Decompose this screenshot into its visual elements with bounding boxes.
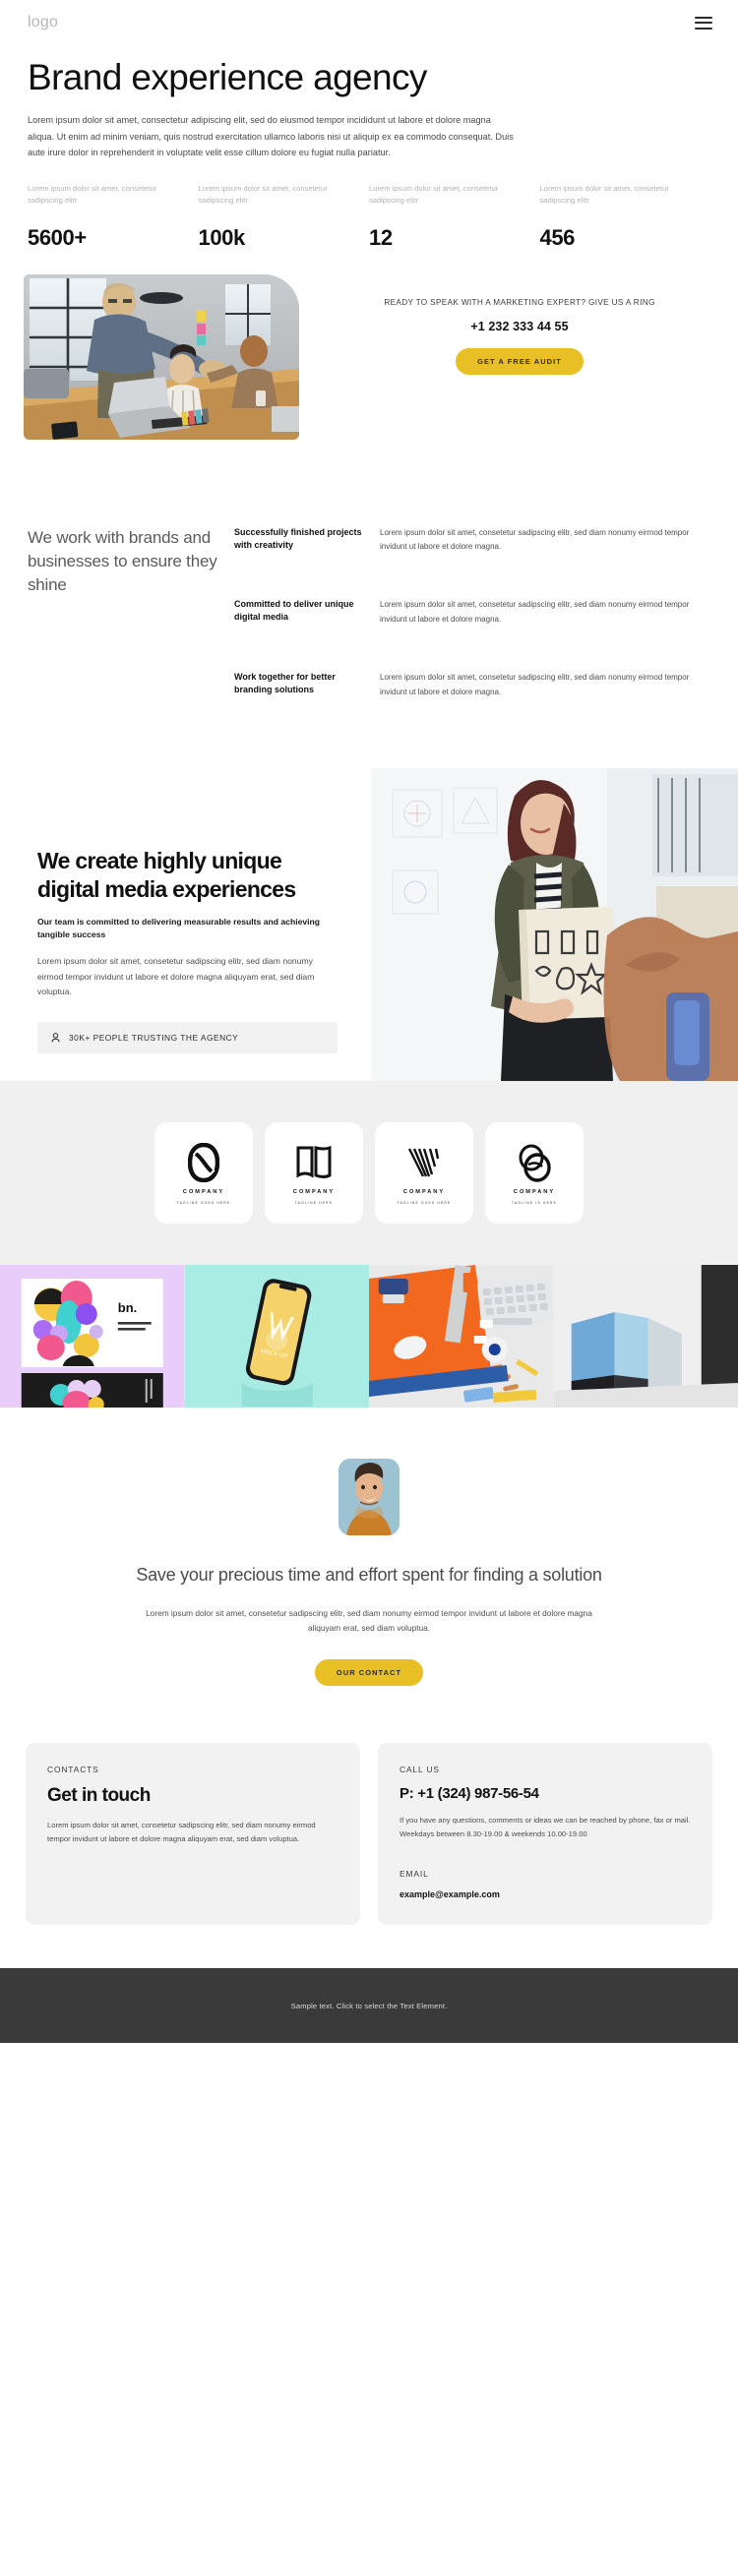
stat-value: 100k bbox=[198, 224, 246, 250]
work-with-text: Lorem ipsum dolor sit amet, consetetur s… bbox=[380, 527, 690, 552]
stat-label: Lorem ipsum dolor sit amet, consetetur s… bbox=[369, 183, 499, 206]
hero-media-row: READY TO SPEAK WITH A MARKETING EXPERT? … bbox=[0, 273, 738, 440]
contacts-paragraph: Lorem ipsum dolor sit amet, consetetur s… bbox=[47, 1821, 316, 1844]
gallery-item-blue-paper-cards-mockup[interactable] bbox=[553, 1265, 738, 1408]
hero-cta-title: READY TO SPEAK WITH A MARKETING EXPERT? … bbox=[384, 297, 655, 307]
work-with-heading: Committed to deliver unique digital medi… bbox=[234, 599, 354, 623]
work-with-heading: Successfully finished projects with crea… bbox=[234, 526, 362, 550]
create-section: We create highly unique digital media ex… bbox=[0, 768, 738, 1082]
logo-card[interactable]: COMPANY TAGLINE GOES HERE bbox=[375, 1122, 473, 1225]
work-with-row: Committed to deliver unique digital medi… bbox=[234, 598, 710, 628]
svg-text:bn.: bn. bbox=[118, 1300, 138, 1315]
work-with-text: Lorem ipsum dolor sit amet, consetetur s… bbox=[380, 672, 690, 696]
logo-card-name: COMPANY bbox=[292, 1188, 336, 1195]
client-logos-section: COMPANY TAGLINE GOES HERE COMPANY TAGLIN… bbox=[0, 1081, 738, 1266]
striped-v-mark-icon bbox=[406, 1142, 442, 1183]
logo-card-name: COMPANY bbox=[182, 1188, 225, 1195]
page-title: Brand experience agency bbox=[28, 57, 427, 97]
contact-section: CONTACTS Get in touch Lorem ipsum dolor … bbox=[0, 1743, 738, 1968]
gallery-item-orange-desk-stationery-flatlay[interactable] bbox=[369, 1265, 554, 1408]
work-with-section: We work with brands and businesses to en… bbox=[0, 440, 738, 700]
call-us-paragraph: If you have any questions, comments or i… bbox=[400, 1816, 691, 1839]
designer-illustration bbox=[371, 768, 738, 1082]
blurred-hand-foreground bbox=[603, 917, 738, 1082]
logo-card[interactable]: COMPANY TAGLINE GOES HERE bbox=[154, 1122, 253, 1225]
work-with-row: Successfully finished projects with crea… bbox=[234, 526, 710, 556]
create-text-column: We create highly unique digital media ex… bbox=[0, 768, 371, 1081]
logo-card-tagline: TAGLINE HERE bbox=[294, 1200, 334, 1205]
gallery-item-phone-mockup-on-pedestal[interactable]: MOCK UP bbox=[184, 1265, 369, 1408]
stat-label: Lorem ipsum dolor sit amet, consetetur s… bbox=[198, 183, 328, 206]
burger-line bbox=[695, 27, 712, 30]
office-handshake-illustration bbox=[24, 273, 299, 440]
stat-label: Lorem ipsum dolor sit amet, consetetur s… bbox=[539, 183, 669, 206]
create-lead: Our team is committed to delivering meas… bbox=[37, 917, 321, 940]
user-icon bbox=[51, 1032, 60, 1042]
testimonial-paragraph: Lorem ipsum dolor sit amet, consetetur s… bbox=[146, 1607, 592, 1633]
burger-line bbox=[695, 16, 712, 19]
get-free-audit-button[interactable]: GET A FREE AUDIT bbox=[456, 347, 584, 375]
testimonial-title: Save your precious time and effort spent… bbox=[136, 1565, 602, 1586]
burger-line bbox=[695, 22, 712, 24]
logo-card-name: COMPANY bbox=[402, 1188, 446, 1195]
site-footer: Sample text. Click to select the Text El… bbox=[0, 1968, 738, 2044]
stat-value: 5600+ bbox=[28, 224, 87, 250]
office-handshake-photo bbox=[24, 273, 299, 440]
contacts-card: CONTACTS Get in touch Lorem ipsum dolor … bbox=[26, 1743, 360, 1926]
testimonial-cta-section: Save your precious time and effort spent… bbox=[0, 1408, 738, 1743]
site-logo[interactable]: logo bbox=[28, 14, 58, 31]
landing-page: logo Brand experience agency Lorem ipsum… bbox=[0, 0, 738, 2044]
stat-item: Lorem ipsum dolor sit amet, consetetur s… bbox=[540, 183, 711, 251]
call-us-phone[interactable]: P: +1 (324) 987-56-54 bbox=[400, 1785, 691, 1802]
stat-item: Lorem ipsum dolor sit amet, consetetur s… bbox=[199, 183, 370, 251]
contacts-eyebrow: CONTACTS bbox=[47, 1765, 99, 1775]
avatar bbox=[338, 1459, 400, 1536]
work-with-heading: Work together for better branding soluti… bbox=[234, 671, 336, 694]
footer-text[interactable]: Sample text. Click to select the Text El… bbox=[291, 2002, 448, 2010]
person-portrait-avatar-illustration bbox=[338, 1459, 400, 1536]
infinity-loop-mark-icon bbox=[188, 1142, 219, 1183]
sketchbook bbox=[509, 907, 617, 1024]
hero-section: Brand experience agency Lorem ipsum dolo… bbox=[0, 45, 738, 161]
logo-card-name: COMPANY bbox=[513, 1188, 556, 1195]
gallery-item-branding-identity-card-artwork[interactable]: bn. bbox=[0, 1265, 185, 1408]
stat-item: Lorem ipsum dolor sit amet, consetetur s… bbox=[369, 183, 540, 251]
logo-card-tagline: TAGLINE GOES HERE bbox=[397, 1200, 452, 1205]
call-us-eyebrow: CALL US bbox=[400, 1765, 440, 1775]
work-with-title: We work with brands and businesses to en… bbox=[28, 527, 217, 594]
work-with-list: Successfully finished projects with crea… bbox=[234, 526, 710, 700]
logo-card[interactable]: COMPANY TAGLINE IS HERE bbox=[485, 1122, 584, 1225]
stats-row: Lorem ipsum dolor sit amet, consetetur s… bbox=[0, 161, 738, 251]
create-title: We create highly unique digital media ex… bbox=[37, 848, 296, 902]
open-book-mark-icon bbox=[295, 1142, 333, 1183]
stat-item: Lorem ipsum dolor sit amet, consetetur s… bbox=[28, 183, 199, 251]
logo-card-tagline: TAGLINE IS HERE bbox=[512, 1200, 557, 1205]
hero-paragraph: Lorem ipsum dolor sit amet, consectetur … bbox=[28, 115, 514, 158]
hero-cta-block: READY TO SPEAK WITH A MARKETING EXPERT? … bbox=[299, 274, 738, 375]
designer-with-sketchbook-photo bbox=[371, 768, 738, 1082]
logo-card-tagline: TAGLINE GOES HERE bbox=[176, 1200, 231, 1205]
portfolio-gallery: bn. MOCK UP bbox=[0, 1265, 738, 1408]
trust-badge-label: 30K+ PEOPLE TRUSTING THE AGENCY bbox=[69, 1032, 239, 1043]
email-address[interactable]: example@example.com bbox=[400, 1889, 691, 1899]
site-header: logo bbox=[0, 0, 738, 45]
trust-badge: 30K+ PEOPLE TRUSTING THE AGENCY bbox=[37, 1021, 338, 1053]
stat-value: 12 bbox=[369, 224, 393, 250]
overlapping-ellipse-mark-icon bbox=[517, 1142, 552, 1183]
work-with-row: Work together for better branding soluti… bbox=[234, 671, 710, 700]
stat-value: 456 bbox=[539, 224, 576, 250]
stat-label: Lorem ipsum dolor sit amet, consetetur s… bbox=[28, 183, 157, 206]
hamburger-menu-icon[interactable] bbox=[695, 16, 712, 30]
contacts-title: Get in touch bbox=[47, 1785, 151, 1807]
create-paragraph: Lorem ipsum dolor sit amet, consetetur s… bbox=[37, 956, 315, 997]
our-contact-button[interactable]: OUR CONTACT bbox=[314, 1659, 424, 1687]
email-eyebrow: EMAIL bbox=[400, 1869, 429, 1880]
call-us-card: CALL US P: +1 (324) 987-56-54 If you hav… bbox=[378, 1743, 712, 1926]
hero-phone-number[interactable]: +1 232 333 44 55 bbox=[335, 320, 705, 333]
logo-card[interactable]: COMPANY TAGLINE HERE bbox=[265, 1122, 363, 1225]
work-with-text: Lorem ipsum dolor sit amet, consetetur s… bbox=[380, 600, 690, 624]
